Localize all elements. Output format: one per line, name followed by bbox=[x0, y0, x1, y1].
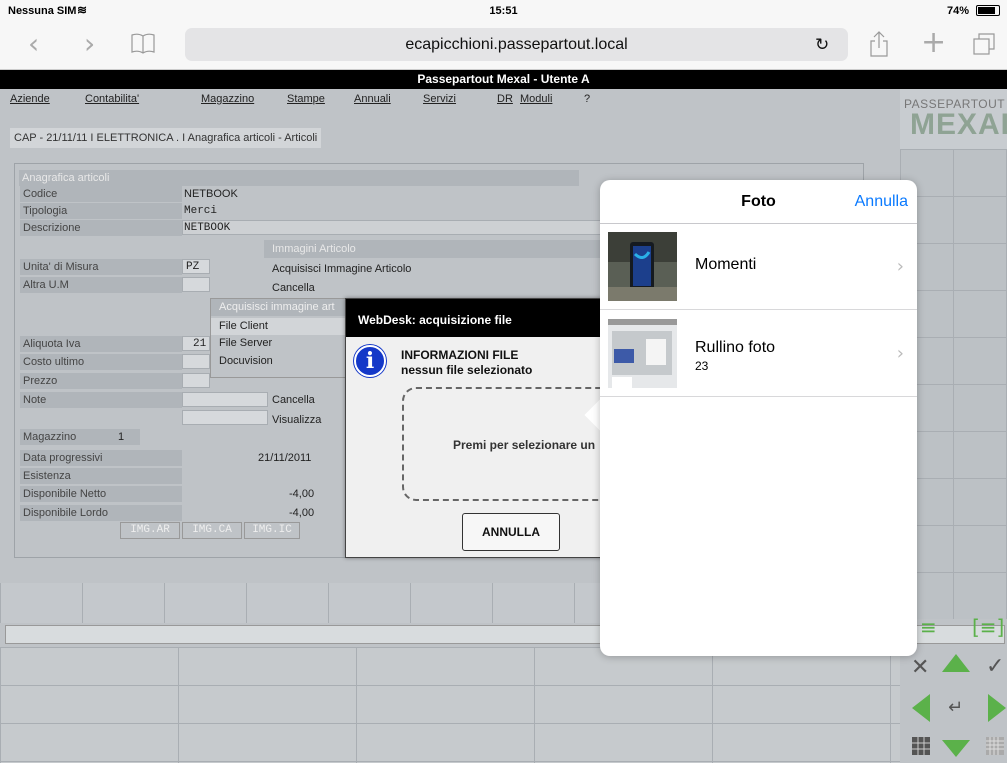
panel-title: Anagrafica articoli bbox=[19, 170, 579, 186]
ios-status-bar: Nessuna SIM ≋ 15:51 74% bbox=[0, 0, 1007, 22]
album-row-momenti[interactable]: Momenti › bbox=[600, 224, 917, 310]
disp-lordo-value: -4,00 bbox=[289, 507, 315, 519]
acquisisci-immagine-item[interactable]: Acquisisci Immagine Articolo bbox=[272, 261, 411, 277]
visualizza-item[interactable]: Visualizza bbox=[272, 412, 321, 428]
menu-annuali[interactable]: Annuali bbox=[354, 93, 391, 105]
webdesk-title: WebDesk: acquisizione file bbox=[346, 299, 609, 337]
share-icon[interactable] bbox=[868, 30, 890, 58]
aliquota-label: Aliquota Iva bbox=[20, 336, 182, 352]
disp-netto-label: Disponibile Netto bbox=[20, 486, 182, 502]
tipologia-value[interactable]: Merci bbox=[184, 203, 217, 219]
album-name: Rullino foto bbox=[695, 339, 776, 356]
info-title: INFORMAZIONI FILE bbox=[401, 348, 519, 362]
data-progressivi-value: 21/11/2011 bbox=[258, 452, 312, 464]
app-title-bar: Passepartout Mexal - Utente A bbox=[0, 70, 1007, 89]
note-field-2[interactable] bbox=[182, 410, 268, 425]
menu-dr[interactable]: DR bbox=[497, 93, 513, 105]
bottom-key-grid[interactable] bbox=[0, 647, 900, 763]
new-tab-icon[interactable]: + bbox=[921, 28, 946, 58]
confirm-icon[interactable]: ✓ bbox=[986, 654, 1004, 679]
down-arrow-icon[interactable] bbox=[941, 739, 971, 762]
data-progressivi-label: Data progressivi bbox=[20, 450, 182, 466]
keyboard-icon[interactable] bbox=[986, 737, 1004, 758]
album-row-rullino[interactable]: Rullino foto 23 › bbox=[600, 311, 917, 397]
acquisisci-submenu: Acquisisci immagine art File Client File… bbox=[210, 298, 347, 378]
annulla-button[interactable]: ANNULLA bbox=[462, 513, 560, 551]
breadcrumb: CAP - 21/11/11 I ELETTRONICA . I Anagraf… bbox=[10, 128, 322, 148]
keypad: ✕ ✓ ↵ bbox=[900, 647, 1007, 763]
note-field-1[interactable] bbox=[182, 392, 268, 407]
photo-picker-popover: Foto Annulla Momenti › Rullino foto 23 › bbox=[600, 180, 917, 656]
info-icon: i bbox=[354, 345, 386, 377]
clock: 15:51 bbox=[489, 5, 518, 17]
menu-help[interactable]: ? bbox=[584, 93, 590, 105]
menu-magazzino[interactable]: Magazzino bbox=[201, 93, 254, 105]
costo-field[interactable] bbox=[182, 354, 210, 369]
info-subtitle: nessun file selezionato bbox=[401, 363, 533, 377]
um-value: PZ bbox=[186, 261, 200, 273]
webdesk-dialog: WebDesk: acquisizione file i INFORMAZION… bbox=[345, 298, 642, 558]
submenu-docuvision[interactable]: Docuvision bbox=[211, 353, 347, 370]
list-icon-1[interactable]: ≡ bbox=[920, 615, 937, 639]
um-label: Unita' di Misura bbox=[20, 259, 182, 275]
img-ca-button[interactable]: IMG.CA bbox=[182, 522, 242, 539]
menu-aziende[interactable]: Aziende bbox=[10, 93, 50, 105]
right-arrow-icon[interactable] bbox=[986, 692, 1007, 727]
disp-netto-value: -4,00 bbox=[289, 488, 315, 500]
descrizione-value: NETBOOK bbox=[184, 222, 231, 234]
altra-um-label: Altra U.M bbox=[20, 277, 182, 293]
address-bar[interactable]: ecapicchioni.passepartout.local bbox=[185, 28, 848, 61]
back-icon[interactable]: ‹ bbox=[28, 30, 39, 58]
enter-icon[interactable]: ↵ bbox=[948, 697, 963, 718]
immagini-title: Immagini Articolo bbox=[264, 240, 600, 258]
img-ic-button[interactable]: IMG.IC bbox=[244, 522, 300, 539]
reload-icon[interactable]: ↻ bbox=[815, 28, 829, 61]
prezzo-label: Prezzo bbox=[20, 373, 182, 389]
battery-icon bbox=[976, 5, 1000, 16]
submenu-file-client[interactable]: File Client bbox=[211, 318, 347, 335]
menu-servizi[interactable]: Servizi bbox=[423, 93, 456, 105]
album-name: Momenti bbox=[695, 256, 757, 273]
costo-label: Costo ultimo bbox=[20, 354, 182, 370]
close-icon[interactable]: ✕ bbox=[911, 655, 929, 680]
tipologia-label: Tipologia bbox=[20, 203, 182, 219]
left-arrow-icon[interactable] bbox=[910, 692, 932, 727]
prezzo-field[interactable] bbox=[182, 373, 210, 388]
forward-icon[interactable]: › bbox=[84, 30, 95, 58]
battery-percent: 74% bbox=[946, 5, 969, 17]
bookmarks-icon[interactable] bbox=[130, 31, 156, 55]
disp-lordo-label: Disponibile Lordo bbox=[20, 505, 182, 521]
esistenza-label: Esistenza bbox=[20, 468, 182, 484]
altra-um-field[interactable] bbox=[182, 277, 210, 292]
safari-toolbar: ‹ › ecapicchioni.passepartout.local ↻ + bbox=[0, 22, 1007, 70]
chevron-right-icon: › bbox=[896, 343, 904, 364]
submenu-title: Acquisisci immagine art bbox=[211, 299, 347, 316]
magazzino-value[interactable]: 1 bbox=[118, 429, 124, 445]
logo-bottom: MEXAL bbox=[910, 108, 1007, 141]
img-ar-button[interactable]: IMG.AR bbox=[120, 522, 180, 539]
list-icon-2[interactable]: [≡] bbox=[972, 615, 1004, 639]
menu-contabilita[interactable]: Contabilita' bbox=[85, 93, 139, 105]
descrizione-label: Descrizione bbox=[20, 220, 182, 236]
codice-label: Codice bbox=[20, 186, 182, 202]
mexal-logo: PASSEPARTOUT MEXAL bbox=[900, 89, 1007, 149]
aliquota-value: 21 bbox=[193, 338, 207, 350]
album-thumbnail bbox=[608, 319, 677, 388]
menu-bar: Aziende Contabilita' Magazzino Stampe An… bbox=[0, 89, 900, 121]
chevron-right-icon: › bbox=[896, 256, 904, 277]
album-thumbnail bbox=[608, 232, 677, 301]
submenu-file-server[interactable]: File Server bbox=[211, 335, 347, 352]
menu-stampe[interactable]: Stampe bbox=[287, 93, 325, 105]
up-arrow-icon[interactable] bbox=[941, 652, 971, 677]
cancella-item-2[interactable]: Cancella bbox=[272, 392, 315, 408]
popover-cancel-button[interactable]: Annulla bbox=[855, 193, 908, 211]
album-count: 23 bbox=[695, 359, 709, 373]
drop-zone-label: Premi per selezionare un bbox=[453, 438, 596, 452]
cancella-item[interactable]: Cancella bbox=[272, 280, 315, 296]
tabs-icon[interactable] bbox=[972, 31, 998, 57]
codice-value[interactable]: NETBOOK bbox=[184, 186, 238, 202]
numpad-icon[interactable] bbox=[912, 737, 930, 758]
menu-moduli[interactable]: Moduli bbox=[520, 93, 552, 105]
note-label: Note bbox=[20, 392, 182, 408]
